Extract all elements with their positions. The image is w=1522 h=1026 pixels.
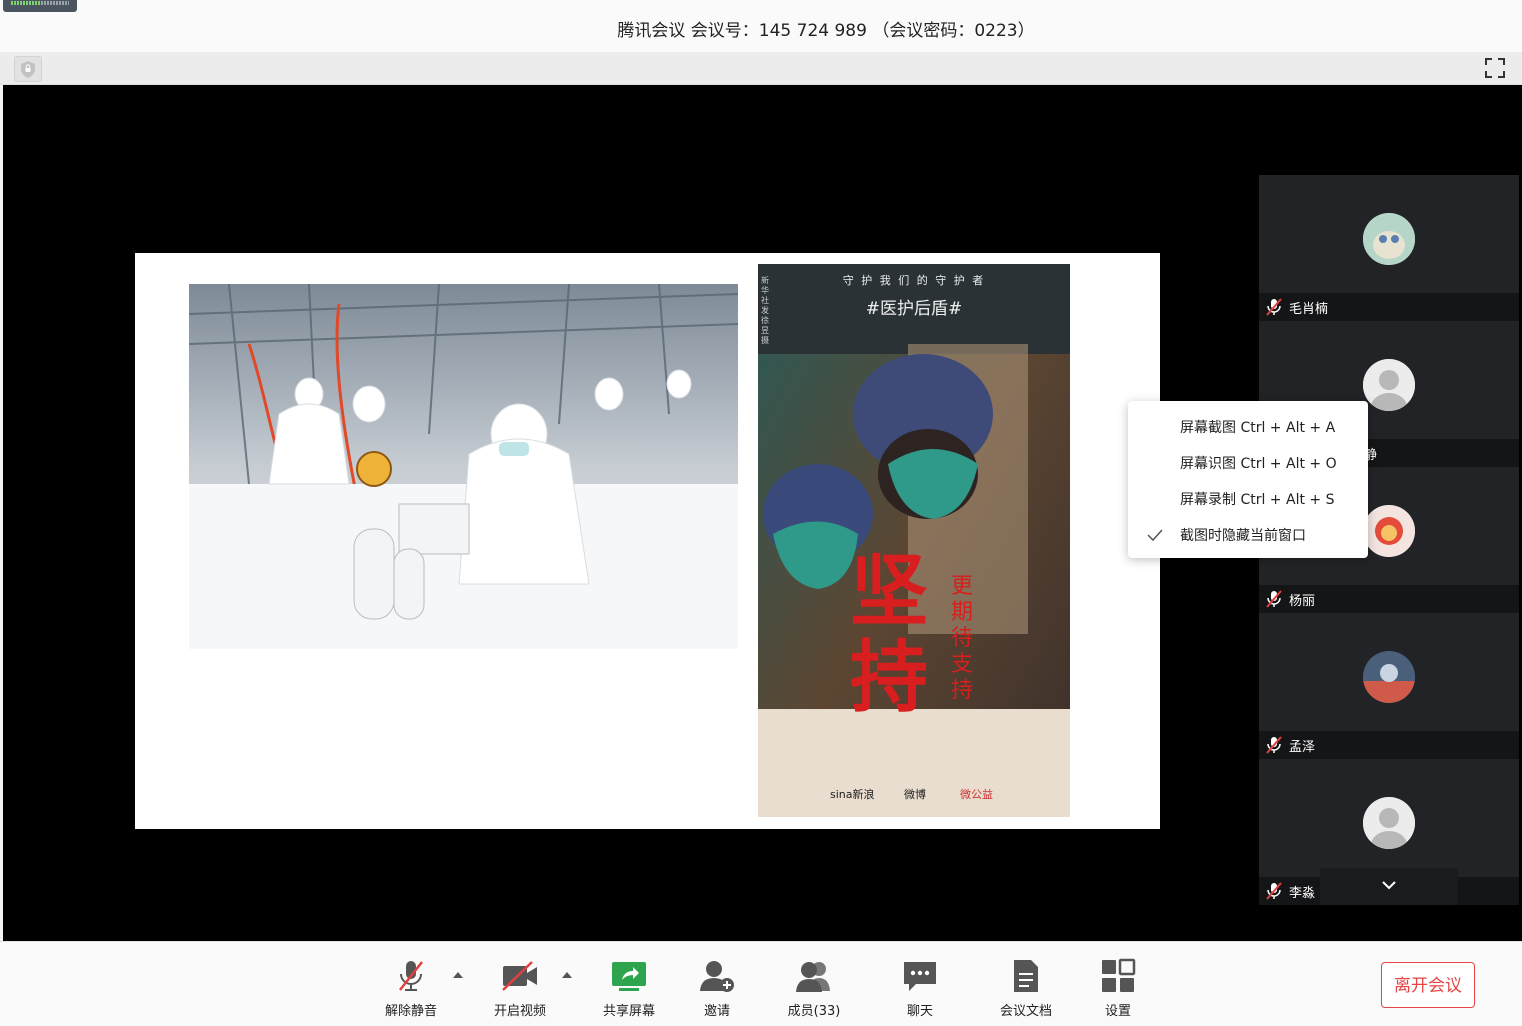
- avatar: [1363, 797, 1415, 849]
- poster-top-line: 守 护 我 们 的 守 护 者: [842, 274, 986, 287]
- factory-photo: [189, 284, 738, 649]
- fullscreen-icon: [1485, 58, 1505, 78]
- participant-label: 毛肖楠: [1259, 293, 1519, 321]
- poster-logo-weigongyi: 微公益: [960, 788, 993, 801]
- poster-headline: 坚持: [850, 546, 929, 723]
- fullscreen-button[interactable]: [1484, 57, 1506, 79]
- participant-name: 杨丽: [1289, 594, 1316, 609]
- poster-subline: 更期待支持: [951, 574, 974, 703]
- chat-icon: [904, 962, 936, 991]
- settings-label: 设置: [1104, 1004, 1131, 1019]
- mic-muted-icon: [1266, 736, 1282, 754]
- members-button[interactable]: 成员(33): [774, 958, 854, 1019]
- bottom-toolbar: [0, 941, 1522, 1026]
- checkmark-icon: [1147, 529, 1163, 542]
- participant-tile[interactable]: 毛肖楠: [1259, 175, 1519, 321]
- start-video-button[interactable]: 开启视频: [480, 958, 560, 1019]
- start-video-label: 开启视频: [493, 1004, 546, 1019]
- participant-tile[interactable]: 孟泽: [1259, 613, 1519, 759]
- menu-item-screen-record[interactable]: 屏幕录制 Ctrl + Alt + S: [1180, 489, 1334, 509]
- avatar: [1363, 651, 1415, 703]
- poster-logo-sina: sina新浪: [830, 788, 875, 801]
- leave-meeting-button[interactable]: 离开会议: [1381, 962, 1475, 1008]
- chat-button[interactable]: 聊天: [880, 958, 960, 1019]
- poster-side-text: 新华社发 徐昱 摄: [761, 276, 769, 345]
- add-user-icon: [700, 961, 734, 992]
- invite-label: 邀请: [703, 1004, 730, 1019]
- security-button[interactable]: [14, 56, 42, 82]
- avatar: [1363, 213, 1415, 265]
- chevron-down-icon: [1382, 881, 1396, 890]
- video-options-caret-icon[interactable]: [561, 970, 573, 980]
- participant-list-scroll-down[interactable]: [1320, 868, 1458, 905]
- audio-options-caret-icon[interactable]: [452, 970, 464, 980]
- unmute-label: 解除静音: [384, 1004, 437, 1019]
- share-screen-button[interactable]: 共享屏幕: [589, 958, 669, 1019]
- participant-name: 孟泽: [1289, 740, 1316, 755]
- title-bar: 腾讯会议 会议号：145 724 989 （会议密码：0223）: [0, 0, 1522, 53]
- mic-muted-icon: [1266, 882, 1282, 900]
- menu-item-hide-window[interactable]: 截图时隐藏当前窗口: [1180, 525, 1306, 545]
- video-off-icon: [502, 961, 537, 991]
- document-icon: [1014, 960, 1038, 992]
- participant-label: 杨丽: [1259, 585, 1519, 613]
- audio-level-indicator: [3, 0, 77, 12]
- screenshot-context-menu: 屏幕截图 Ctrl + Alt + A 屏幕识图 Ctrl + Alt + O …: [1128, 401, 1368, 558]
- unmute-button[interactable]: 解除静音: [371, 958, 451, 1019]
- meeting-title: 腾讯会议 会议号：145 724 989 （会议密码：0223）: [617, 21, 1035, 41]
- shield-icon: [21, 61, 35, 78]
- poster-image: 守 护 我 们 的 守 护 者 #医护后盾# 新华社发 徐昱 摄 坚持 更期待支…: [758, 264, 1070, 817]
- members-icon: [796, 962, 830, 992]
- share-screen-label: 共享屏幕: [602, 1004, 655, 1019]
- share-screen-icon: [612, 962, 646, 991]
- chat-label: 聊天: [906, 1004, 933, 1019]
- mic-muted-icon: [1266, 590, 1282, 608]
- members-label: 成员(33): [787, 1004, 841, 1019]
- settings-button[interactable]: 设置: [1078, 958, 1158, 1019]
- mic-muted-icon: [1266, 298, 1282, 316]
- poster-hashtag: #医护后盾#: [865, 299, 963, 319]
- mic-muted-icon: [399, 961, 423, 991]
- menu-item-screen-ocr[interactable]: 屏幕识图 Ctrl + Alt + O: [1180, 453, 1337, 473]
- invite-button[interactable]: 邀请: [677, 958, 757, 1019]
- secondary-toolbar: [0, 52, 1522, 85]
- avatar: [1363, 359, 1415, 411]
- participant-name: 李淼: [1289, 886, 1316, 901]
- menu-item-screenshot[interactable]: 屏幕截图 Ctrl + Alt + A: [1180, 417, 1335, 437]
- meeting-docs-label: 会议文档: [999, 1004, 1052, 1019]
- participant-label: 孟泽: [1259, 731, 1519, 759]
- participant-name: 毛肖楠: [1289, 302, 1329, 317]
- grid-settings-icon: [1102, 958, 1136, 992]
- meeting-docs-button[interactable]: 会议文档: [986, 958, 1066, 1019]
- poster-logo-weibo: 微博: [904, 788, 926, 801]
- avatar: [1363, 505, 1415, 557]
